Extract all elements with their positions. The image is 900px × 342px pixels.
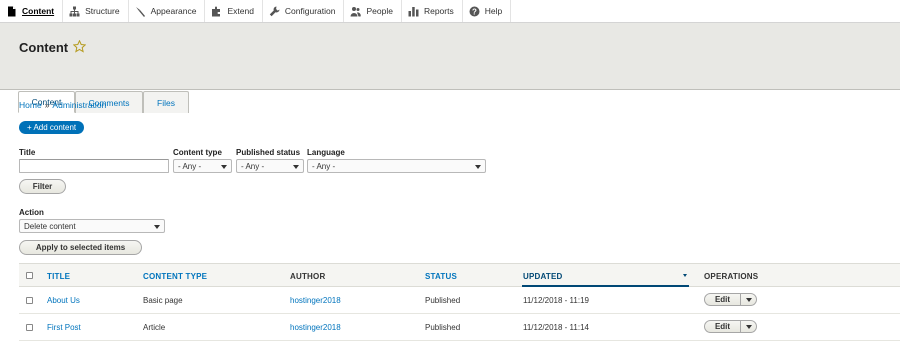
people-icon	[350, 6, 362, 17]
toolbar-label: Reports	[423, 6, 454, 16]
row-updated: 11/12/2018 - 11:14	[523, 323, 589, 332]
svg-text:?: ?	[472, 7, 477, 16]
column-author: AUTHOR	[290, 272, 326, 281]
published-status-filter-label: Published status	[236, 148, 301, 157]
content-type-select-value: - Any -	[178, 161, 202, 171]
operations-dropdown-toggle[interactable]	[741, 293, 757, 306]
toolbar-label: Content	[22, 6, 55, 16]
chevron-down-icon	[154, 225, 160, 229]
published-status-select-value: - Any -	[241, 161, 265, 171]
toolbar-item-reports[interactable]: Reports	[402, 0, 463, 22]
toolbar-label: Structure	[85, 6, 120, 16]
toolbar-item-content[interactable]: Content	[0, 0, 64, 22]
select-all-checkbox[interactable]	[26, 272, 33, 279]
help-icon: ?	[469, 6, 480, 17]
breadcrumb: Home» Administration	[19, 100, 106, 110]
row-author-link[interactable]: hostinger2018	[290, 323, 341, 332]
content-type-filter-label: Content type	[173, 148, 222, 157]
title-filter-input[interactable]	[19, 159, 169, 173]
column-operations: OPERATIONS	[704, 272, 759, 281]
action-select[interactable]: Delete content	[19, 219, 165, 233]
toolbar-label: People	[366, 6, 393, 16]
breadcrumb-home-link[interactable]: Home	[19, 100, 42, 110]
toolbar-item-configuration[interactable]: Configuration	[263, 0, 345, 22]
brush-icon	[135, 6, 146, 17]
toolbar-label: Configuration	[284, 6, 336, 16]
row-status: Published	[425, 323, 461, 332]
row-status: Published	[425, 296, 461, 305]
row-checkbox[interactable]	[26, 324, 33, 331]
chevron-down-icon	[221, 165, 227, 169]
sitemap-icon	[69, 6, 80, 17]
document-icon	[6, 6, 17, 17]
chevron-down-icon	[293, 165, 299, 169]
published-status-select[interactable]: - Any -	[236, 159, 304, 173]
tab-files[interactable]: Files	[143, 91, 189, 113]
row-content-type: Basic page	[143, 296, 183, 305]
column-content-type[interactable]: CONTENT TYPE	[143, 272, 207, 281]
sort-descending-icon	[683, 274, 687, 277]
column-updated[interactable]: UPDATED	[523, 272, 562, 281]
table-row: About Us Basic page hostinger2018 Publis…	[19, 287, 900, 314]
toolbar-item-extend[interactable]: Extend	[205, 0, 263, 22]
breadcrumb-separator: »	[44, 100, 50, 110]
table-header: TITLE CONTENT TYPE AUTHOR STATUS UPDATED…	[19, 263, 900, 287]
language-select[interactable]: - Any -	[307, 159, 486, 173]
puzzle-icon	[211, 6, 222, 17]
language-filter-label: Language	[307, 148, 345, 157]
operations-dropdown-toggle[interactable]	[741, 320, 757, 333]
apply-to-selected-button[interactable]: Apply to selected items	[19, 240, 142, 255]
action-label: Action	[19, 208, 44, 217]
page-title: Content	[19, 40, 69, 55]
row-operations: Edit	[704, 293, 757, 306]
toolbar-item-help[interactable]: ? Help	[463, 0, 512, 22]
filter-button[interactable]: Filter	[19, 179, 66, 194]
title-filter-label: Title	[19, 148, 36, 157]
add-content-button[interactable]: + Add content	[19, 121, 85, 134]
column-status[interactable]: STATUS	[425, 272, 457, 281]
bar-chart-icon	[408, 6, 419, 17]
toolbar-label: Appearance	[150, 6, 197, 16]
column-title[interactable]: TITLE	[47, 272, 70, 281]
page-header: Content Content Comments Files	[0, 23, 900, 113]
toolbar-item-people[interactable]: People	[344, 0, 402, 22]
row-author-link[interactable]: hostinger2018	[290, 296, 341, 305]
row-operations: Edit	[704, 320, 757, 333]
row-checkbox[interactable]	[26, 297, 33, 304]
row-updated: 11/12/2018 - 11:19	[523, 296, 589, 305]
edit-button[interactable]: Edit	[704, 293, 741, 306]
toolbar-label: Extend	[227, 6, 254, 16]
row-title-link[interactable]: About Us	[47, 296, 80, 305]
toolbar-item-structure[interactable]: Structure	[63, 0, 129, 22]
content-type-select[interactable]: - Any -	[173, 159, 232, 173]
table-row: First Post Article hostinger2018 Publish…	[19, 314, 900, 341]
row-title-link[interactable]: First Post	[47, 323, 81, 332]
chevron-down-icon	[475, 165, 481, 169]
action-select-value: Delete content	[24, 221, 76, 231]
edit-button[interactable]: Edit	[704, 320, 741, 333]
toolbar-label: Help	[484, 6, 503, 16]
breadcrumb-admin-link[interactable]: Administration	[52, 100, 106, 110]
row-content-type: Article	[143, 323, 166, 332]
wrench-icon	[269, 6, 280, 17]
toolbar-item-appearance[interactable]: Appearance	[129, 0, 206, 22]
star-icon[interactable]	[72, 39, 87, 53]
admin-toolbar: Content Structure Appearance Extend Conf…	[0, 0, 900, 23]
language-select-value: - Any -	[312, 161, 336, 171]
